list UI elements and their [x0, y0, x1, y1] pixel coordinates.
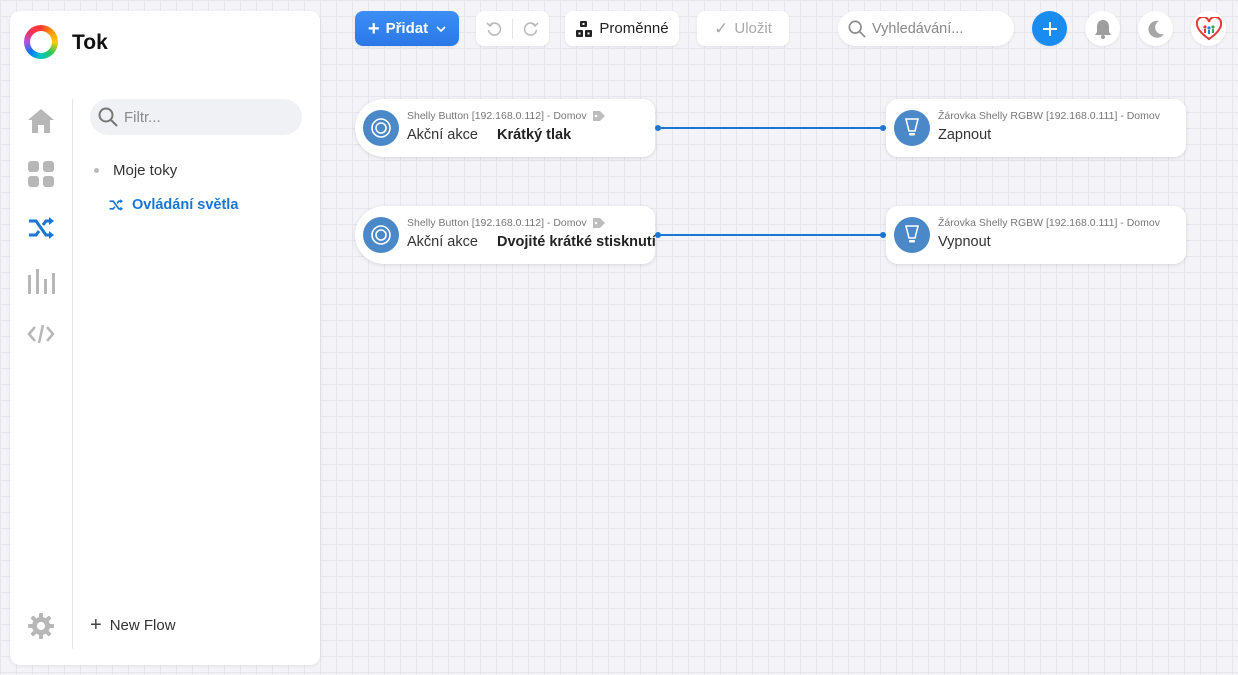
flow-card-trigger-short-press[interactable]: Shelly Button [192.168.0.112] - Domov Ak… — [355, 99, 655, 157]
chevron-down-icon — [436, 25, 446, 32]
flow-connection-2[interactable] — [658, 234, 883, 236]
create-button[interactable] — [1032, 11, 1067, 46]
notifications-button[interactable] — [1085, 11, 1120, 46]
plus-icon — [1042, 21, 1057, 36]
tree-folder-label: Moje toky — [113, 162, 178, 179]
plus-icon: + — [90, 614, 102, 636]
filter-field[interactable] — [90, 99, 302, 135]
search-input[interactable] — [872, 20, 1002, 37]
card-device-text: Shelly Button [192.168.0.112] - Domov — [407, 110, 587, 122]
flow-card-action-turn-on[interactable]: Žárovka Shelly RGBW [192.168.0.111] - Do… — [886, 99, 1186, 157]
button-device-icon — [363, 217, 399, 253]
tree-item-label: Ovládání světla — [132, 197, 239, 213]
card-device-label: Žárovka Shelly RGBW [192.168.0.111] - Do… — [938, 110, 1160, 122]
add-button-label: Přidat — [385, 20, 429, 37]
undo-redo-separator — [512, 18, 513, 39]
bell-icon — [1094, 19, 1111, 39]
settings-icon[interactable] — [26, 611, 56, 641]
card-device-label: Shelly Button [192.168.0.112] - Domov — [407, 110, 606, 122]
card-title: Akční akce — [407, 234, 478, 250]
search-icon — [98, 107, 118, 127]
app-logo-icon — [24, 25, 58, 59]
card-title: Vypnout — [938, 234, 991, 250]
bulb-device-icon — [894, 217, 930, 253]
card-device-text: Shelly Button [192.168.0.112] - Domov — [407, 217, 587, 229]
search-icon — [848, 20, 866, 38]
plus-icon: + — [367, 17, 380, 40]
family-heart-icon — [1195, 16, 1222, 40]
new-flow-label: New Flow — [109, 616, 176, 634]
card-argument: Krátký tlak — [497, 127, 572, 143]
redo-icon[interactable] — [523, 21, 539, 37]
tree-folder-my-flows[interactable]: Moje toky — [94, 162, 177, 179]
insights-icon[interactable] — [26, 266, 56, 296]
flow-card-action-turn-off[interactable]: Žárovka Shelly RGBW [192.168.0.111] - Do… — [886, 206, 1186, 264]
save-button[interactable]: ✓ Uložit — [697, 11, 789, 46]
dark-mode-button[interactable] — [1138, 11, 1173, 46]
add-button[interactable]: + Přidat — [355, 11, 459, 46]
tree-item-light-control[interactable]: Ovládání světla — [108, 197, 238, 213]
flows-icon[interactable] — [26, 213, 56, 243]
moon-icon — [1147, 20, 1164, 38]
button-device-icon — [363, 110, 399, 146]
app-title: Tok — [72, 31, 108, 54]
output-port[interactable] — [655, 232, 661, 238]
bullet-icon — [94, 168, 99, 173]
undo-icon[interactable] — [486, 21, 502, 37]
avatar[interactable] — [1191, 11, 1226, 46]
variables-button[interactable]: Proměnné — [565, 11, 679, 46]
card-title: Akční akce — [407, 127, 478, 143]
card-title: Zapnout — [938, 127, 992, 143]
variables-label: Proměnné — [599, 20, 669, 37]
output-port[interactable] — [655, 125, 661, 131]
flow-item-icon — [109, 199, 123, 211]
card-device-label: Shelly Button [192.168.0.112] - Domov — [407, 217, 606, 229]
new-flow-button[interactable]: + New Flow — [90, 615, 176, 635]
filter-input[interactable] — [124, 108, 294, 126]
bulb-device-icon — [894, 110, 930, 146]
code-icon[interactable] — [26, 319, 56, 349]
flow-connection-1[interactable] — [658, 127, 883, 129]
check-icon: ✓ — [714, 18, 729, 38]
tag-icon — [592, 218, 605, 228]
rail-divider — [72, 99, 73, 649]
undo-redo-group — [476, 11, 549, 46]
flow-card-trigger-double-press[interactable]: Shelly Button [192.168.0.112] - Domov Ak… — [355, 206, 656, 264]
card-device-label: Žárovka Shelly RGBW [192.168.0.111] - Do… — [938, 217, 1160, 229]
tag-icon — [592, 111, 605, 121]
home-icon[interactable] — [26, 106, 56, 136]
save-label: Uložit — [734, 20, 772, 37]
sidebar-panel: Tok Moje toky — [10, 11, 320, 665]
dashboard-icon[interactable] — [26, 159, 56, 189]
variables-icon — [576, 20, 593, 37]
card-argument: Dvojité krátké stisknutí — [497, 234, 656, 250]
search-field[interactable] — [838, 11, 1014, 46]
